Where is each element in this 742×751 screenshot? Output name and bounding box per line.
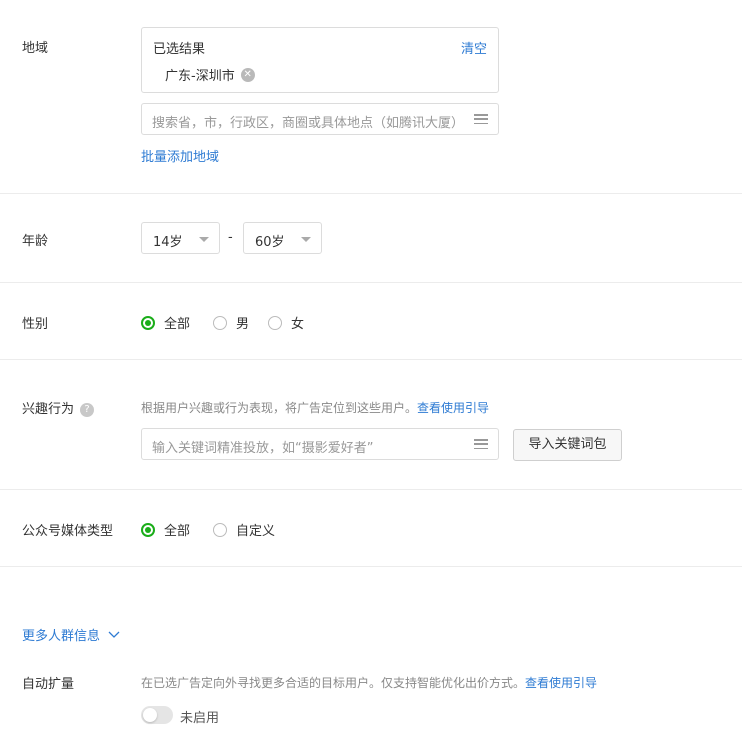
import-keyword-package-button[interactable]: 导入关键词包 bbox=[513, 429, 622, 461]
chevron-down-icon bbox=[108, 631, 120, 638]
gender-male-radio[interactable]: 男 bbox=[213, 313, 249, 332]
region-search-placeholder: 搜索省，市，行政区，商圈或具体地点（如腾讯大厦） bbox=[152, 116, 465, 131]
gender-all-radio[interactable]: 全部 bbox=[141, 313, 190, 332]
list-icon[interactable] bbox=[474, 114, 488, 125]
divider bbox=[0, 489, 742, 490]
list-icon[interactable] bbox=[474, 439, 488, 450]
age-max-select[interactable]: 60岁 bbox=[243, 222, 322, 254]
chevron-down-icon bbox=[301, 237, 311, 242]
auto-expand-guide-link[interactable]: 查看使用引导 bbox=[525, 676, 597, 690]
interest-hint-text: 根据用户兴趣或行为表现，将广告定位到这些用户。 bbox=[141, 401, 418, 415]
auto-expand-hint-text: 在已选广告定向外寻找更多合适的目标用户。仅支持智能优化出价方式。 bbox=[141, 676, 526, 690]
radio-icon bbox=[213, 315, 228, 330]
radio-checked-icon bbox=[141, 522, 155, 537]
gender-option-label: 男 bbox=[236, 317, 250, 332]
age-min-value: 14岁 bbox=[153, 235, 183, 250]
interest-hint: 根据用户兴趣或行为表现，将广告定位到这些用户。查看使用引导 bbox=[141, 399, 489, 416]
region-chip-label: 广东-深圳市 bbox=[165, 69, 235, 84]
divider bbox=[0, 193, 742, 194]
auto-expand-toggle[interactable] bbox=[141, 706, 173, 724]
age-max-value: 60岁 bbox=[255, 235, 285, 250]
interest-keyword-input[interactable]: 输入关键词精准投放，如“摄影爱好者” bbox=[141, 428, 499, 460]
region-chip: 广东-深圳市 ✕ bbox=[165, 65, 255, 84]
interest-label-row: 兴趣行为? bbox=[22, 398, 95, 417]
radio-checked-icon bbox=[141, 315, 155, 330]
auto-expand-label: 自动扩量 bbox=[22, 677, 75, 692]
media-type-option-label: 自定义 bbox=[236, 524, 276, 539]
gender-female-radio[interactable]: 女 bbox=[268, 313, 304, 332]
gender-radio-group: 全部 男 女 bbox=[141, 313, 320, 332]
divider bbox=[0, 282, 742, 283]
age-range-separator: - bbox=[228, 230, 233, 245]
gender-label: 性别 bbox=[22, 317, 49, 332]
chevron-down-icon bbox=[199, 237, 209, 242]
region-search-input[interactable]: 搜索省，市，行政区，商圈或具体地点（如腾讯大厦） bbox=[141, 103, 499, 135]
more-audience-info-label: 更多人群信息 bbox=[22, 629, 101, 644]
media-type-option-label: 全部 bbox=[164, 524, 191, 539]
auto-expand-toggle-label: 未启用 bbox=[180, 711, 220, 726]
batch-add-region-link[interactable]: 批量添加地域 bbox=[141, 146, 219, 165]
interest-label: 兴趣行为 bbox=[22, 402, 75, 417]
more-audience-info-toggle[interactable]: 更多人群信息 bbox=[22, 625, 120, 644]
radio-icon bbox=[268, 315, 283, 330]
radio-icon bbox=[213, 522, 228, 537]
divider bbox=[0, 359, 742, 360]
gender-option-label: 全部 bbox=[164, 317, 191, 332]
age-label: 年龄 bbox=[22, 234, 49, 249]
divider bbox=[0, 566, 742, 567]
media-type-radio-group: 全部 自定义 bbox=[141, 520, 291, 539]
interest-guide-link[interactable]: 查看使用引导 bbox=[417, 401, 489, 415]
question-icon[interactable]: ? bbox=[80, 403, 95, 417]
region-label: 地域 bbox=[22, 41, 49, 56]
media-type-label: 公众号媒体类型 bbox=[22, 524, 114, 539]
clear-button[interactable]: 清空 bbox=[461, 38, 487, 57]
selected-results-title: 已选结果 bbox=[153, 42, 206, 57]
gender-option-label: 女 bbox=[291, 317, 305, 332]
remove-chip-icon[interactable]: ✕ bbox=[240, 67, 255, 82]
age-min-select[interactable]: 14岁 bbox=[141, 222, 220, 254]
interest-keyword-placeholder: 输入关键词精准投放，如“摄影爱好者” bbox=[152, 441, 374, 456]
media-type-all-radio[interactable]: 全部 bbox=[141, 520, 190, 539]
selected-region-box: 已选结果 清空 广东-深圳市 ✕ bbox=[141, 27, 499, 93]
auto-expand-hint: 在已选广告定向外寻找更多合适的目标用户。仅支持智能优化出价方式。查看使用引导 bbox=[141, 674, 597, 691]
media-type-custom-radio[interactable]: 自定义 bbox=[213, 520, 275, 539]
